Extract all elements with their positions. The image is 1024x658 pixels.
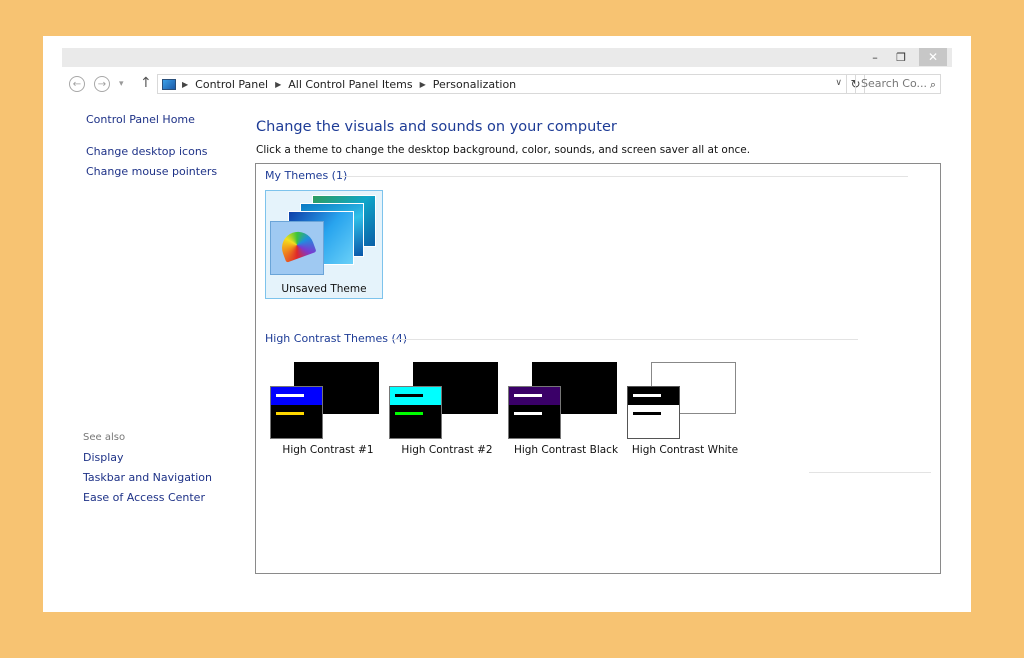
color-fan-icon xyxy=(277,227,317,263)
forward-button[interactable]: → xyxy=(94,76,110,92)
up-button[interactable]: ↑ xyxy=(140,75,152,91)
page-title: Change the visuals and sounds on your co… xyxy=(256,119,617,135)
breadcrumb-separator[interactable]: ▶ xyxy=(182,80,188,89)
theme-label: High Contrast White xyxy=(631,444,739,456)
change-mouse-pointers-link[interactable]: Change mouse pointers xyxy=(86,165,217,178)
accent-bar xyxy=(276,412,304,415)
accent-bar xyxy=(633,412,661,415)
breadcrumb-control-panel[interactable]: Control Panel xyxy=(195,78,268,91)
accent-bar xyxy=(395,412,423,415)
maximize-button[interactable]: ❐ xyxy=(888,48,914,66)
theme-high-contrast-1[interactable]: High Contrast #1 xyxy=(269,362,387,460)
taskbar-navigation-link[interactable]: Taskbar and Navigation xyxy=(83,471,212,484)
theme-high-contrast-2[interactable]: High Contrast #2 xyxy=(388,362,506,460)
breadcrumb-personalization[interactable]: Personalization xyxy=(433,78,516,91)
my-themes-heading[interactable]: My Themes (1) xyxy=(265,169,347,182)
color-palette-icon xyxy=(270,221,324,275)
page-description: Click a theme to change the desktop back… xyxy=(256,144,751,156)
recent-locations-icon[interactable]: ▾ xyxy=(119,79,124,89)
theme-label: High Contrast #2 xyxy=(401,444,493,456)
high-contrast-heading[interactable]: High Contrast Themes (4) xyxy=(265,332,407,345)
personalization-window: – ❐ ✕ ← → ▾ ↑ ▶ Control Panel ▶ All Cont… xyxy=(43,36,971,612)
group-divider xyxy=(340,176,908,177)
breadcrumb-separator[interactable]: ▶ xyxy=(275,80,281,89)
see-also-heading: See also xyxy=(83,432,126,443)
window-front-thumbnail xyxy=(627,386,680,439)
ease-of-access-link[interactable]: Ease of Access Center xyxy=(83,491,205,504)
themes-panel: My Themes (1) Unsaved Theme High Contras… xyxy=(255,163,941,574)
text-bar xyxy=(395,394,423,397)
theme-label: High Contrast Black xyxy=(513,444,619,456)
navigation-bar: ← → ▾ ↑ ▶ Control Panel ▶ All Control Pa… xyxy=(67,74,947,96)
window-front-thumbnail xyxy=(389,386,442,439)
close-button[interactable]: ✕ xyxy=(919,48,947,66)
accent-bar xyxy=(514,412,542,415)
title-bar: – ❐ ✕ xyxy=(62,48,952,67)
theme-label: High Contrast #1 xyxy=(282,444,374,456)
theme-thumbnail xyxy=(266,191,382,281)
search-input[interactable]: Search Co... ⌕ xyxy=(855,74,941,94)
breadcrumb-all-items[interactable]: All Control Panel Items xyxy=(288,78,412,91)
minimize-button[interactable]: – xyxy=(862,48,888,66)
text-bar xyxy=(633,394,661,397)
theme-high-contrast-white[interactable]: High Contrast White xyxy=(626,362,744,460)
address-bar[interactable]: ▶ Control Panel ▶ All Control Panel Item… xyxy=(157,74,847,94)
search-icon[interactable]: ⌕ xyxy=(930,76,936,94)
search-placeholder: Search Co... xyxy=(861,77,927,90)
address-dropdown-icon[interactable]: ∨ xyxy=(835,78,842,88)
theme-unsaved[interactable]: Unsaved Theme xyxy=(265,190,383,299)
theme-label: Unsaved Theme xyxy=(281,283,367,295)
change-desktop-icons-link[interactable]: Change desktop icons xyxy=(86,145,208,158)
text-bar xyxy=(276,394,304,397)
display-link[interactable]: Display xyxy=(83,451,124,464)
back-button[interactable]: ← xyxy=(69,76,85,92)
control-panel-icon xyxy=(162,78,176,90)
window-front-thumbnail xyxy=(270,386,323,439)
breadcrumb-separator[interactable]: ▶ xyxy=(420,80,426,89)
text-bar xyxy=(514,394,542,397)
window-front-thumbnail xyxy=(508,386,561,439)
group-divider xyxy=(392,339,858,340)
control-panel-home-link[interactable]: Control Panel Home xyxy=(86,113,195,126)
group-divider xyxy=(809,472,931,473)
theme-high-contrast-black[interactable]: High Contrast Black xyxy=(507,362,625,460)
